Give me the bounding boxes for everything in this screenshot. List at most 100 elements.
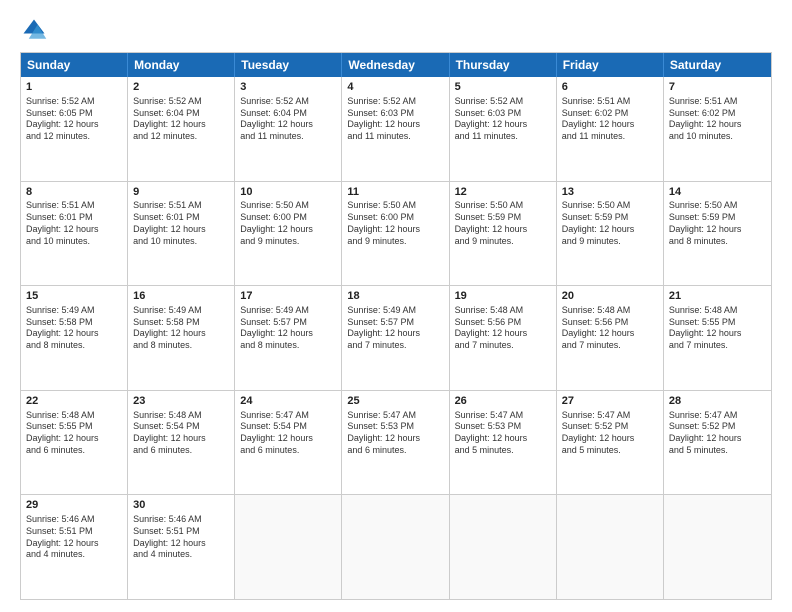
cell-info: Sunrise: 5:46 AM Sunset: 5:51 PM Dayligh… — [133, 514, 229, 561]
calendar-cell-4: 4Sunrise: 5:52 AM Sunset: 6:03 PM Daylig… — [342, 77, 449, 181]
day-number: 27 — [562, 394, 658, 409]
cell-info: Sunrise: 5:47 AM Sunset: 5:53 PM Dayligh… — [455, 410, 551, 457]
day-number: 11 — [347, 185, 443, 200]
calendar-cell-28: 28Sunrise: 5:47 AM Sunset: 5:52 PM Dayli… — [664, 391, 771, 495]
cell-info: Sunrise: 5:47 AM Sunset: 5:53 PM Dayligh… — [347, 410, 443, 457]
header-day-tuesday: Tuesday — [235, 53, 342, 77]
day-number: 5 — [455, 80, 551, 95]
calendar-row-1: 1Sunrise: 5:52 AM Sunset: 6:05 PM Daylig… — [21, 77, 771, 182]
calendar-cell-18: 18Sunrise: 5:49 AM Sunset: 5:57 PM Dayli… — [342, 286, 449, 390]
day-number: 30 — [133, 498, 229, 513]
header-day-friday: Friday — [557, 53, 664, 77]
day-number: 13 — [562, 185, 658, 200]
header-day-monday: Monday — [128, 53, 235, 77]
day-number: 24 — [240, 394, 336, 409]
calendar-cell-30: 30Sunrise: 5:46 AM Sunset: 5:51 PM Dayli… — [128, 495, 235, 599]
cell-info: Sunrise: 5:48 AM Sunset: 5:56 PM Dayligh… — [455, 305, 551, 352]
day-number: 9 — [133, 185, 229, 200]
header-day-wednesday: Wednesday — [342, 53, 449, 77]
cell-info: Sunrise: 5:46 AM Sunset: 5:51 PM Dayligh… — [26, 514, 122, 561]
calendar-cell-empty — [557, 495, 664, 599]
cell-info: Sunrise: 5:49 AM Sunset: 5:57 PM Dayligh… — [240, 305, 336, 352]
cell-info: Sunrise: 5:49 AM Sunset: 5:58 PM Dayligh… — [133, 305, 229, 352]
calendar-row-5: 29Sunrise: 5:46 AM Sunset: 5:51 PM Dayli… — [21, 495, 771, 599]
day-number: 22 — [26, 394, 122, 409]
calendar-cell-empty — [664, 495, 771, 599]
header — [20, 16, 772, 44]
calendar-cell-12: 12Sunrise: 5:50 AM Sunset: 5:59 PM Dayli… — [450, 182, 557, 286]
calendar-cell-11: 11Sunrise: 5:50 AM Sunset: 6:00 PM Dayli… — [342, 182, 449, 286]
logo — [20, 16, 52, 44]
day-number: 4 — [347, 80, 443, 95]
cell-info: Sunrise: 5:52 AM Sunset: 6:04 PM Dayligh… — [133, 96, 229, 143]
cell-info: Sunrise: 5:52 AM Sunset: 6:03 PM Dayligh… — [347, 96, 443, 143]
calendar-cell-21: 21Sunrise: 5:48 AM Sunset: 5:55 PM Dayli… — [664, 286, 771, 390]
calendar-cell-8: 8Sunrise: 5:51 AM Sunset: 6:01 PM Daylig… — [21, 182, 128, 286]
calendar-cell-5: 5Sunrise: 5:52 AM Sunset: 6:03 PM Daylig… — [450, 77, 557, 181]
calendar-cell-7: 7Sunrise: 5:51 AM Sunset: 6:02 PM Daylig… — [664, 77, 771, 181]
day-number: 2 — [133, 80, 229, 95]
cell-info: Sunrise: 5:48 AM Sunset: 5:55 PM Dayligh… — [669, 305, 766, 352]
calendar-cell-24: 24Sunrise: 5:47 AM Sunset: 5:54 PM Dayli… — [235, 391, 342, 495]
day-number: 18 — [347, 289, 443, 304]
day-number: 15 — [26, 289, 122, 304]
cell-info: Sunrise: 5:48 AM Sunset: 5:54 PM Dayligh… — [133, 410, 229, 457]
cell-info: Sunrise: 5:49 AM Sunset: 5:58 PM Dayligh… — [26, 305, 122, 352]
calendar: SundayMondayTuesdayWednesdayThursdayFrid… — [20, 52, 772, 600]
cell-info: Sunrise: 5:50 AM Sunset: 6:00 PM Dayligh… — [347, 200, 443, 247]
calendar-cell-6: 6Sunrise: 5:51 AM Sunset: 6:02 PM Daylig… — [557, 77, 664, 181]
day-number: 17 — [240, 289, 336, 304]
cell-info: Sunrise: 5:52 AM Sunset: 6:04 PM Dayligh… — [240, 96, 336, 143]
cell-info: Sunrise: 5:48 AM Sunset: 5:56 PM Dayligh… — [562, 305, 658, 352]
calendar-cell-10: 10Sunrise: 5:50 AM Sunset: 6:00 PM Dayli… — [235, 182, 342, 286]
day-number: 1 — [26, 80, 122, 95]
cell-info: Sunrise: 5:52 AM Sunset: 6:03 PM Dayligh… — [455, 96, 551, 143]
day-number: 23 — [133, 394, 229, 409]
calendar-cell-empty — [342, 495, 449, 599]
day-number: 21 — [669, 289, 766, 304]
day-number: 14 — [669, 185, 766, 200]
logo-icon — [20, 16, 48, 44]
day-number: 7 — [669, 80, 766, 95]
calendar-cell-2: 2Sunrise: 5:52 AM Sunset: 6:04 PM Daylig… — [128, 77, 235, 181]
calendar-row-2: 8 Sunrise: 5:51 AM Sunset: 6:01 PM Daylig… — [21, 182, 771, 287]
cell-info: Sunrise: 5:51 AM Sunset: 6:02 PM Dayligh… — [669, 96, 766, 143]
calendar-cell-17: 17Sunrise: 5:49 AM Sunset: 5:57 PM Dayli… — [235, 286, 342, 390]
calendar-cell-19: 19Sunrise: 5:48 AM Sunset: 5:56 PM Dayli… — [450, 286, 557, 390]
calendar-cell-27: 27Sunrise: 5:47 AM Sunset: 5:52 PM Dayli… — [557, 391, 664, 495]
cell-info: Sunrise: 5:48 AM Sunset: 5:55 PM Dayligh… — [26, 410, 122, 457]
cell-info: Sunrise: 5:47 AM Sunset: 5:52 PM Dayligh… — [669, 410, 766, 457]
header-day-sunday: Sunday — [21, 53, 128, 77]
cell-info: Sunrise: 5:47 AM Sunset: 5:52 PM Dayligh… — [562, 410, 658, 457]
day-number: 20 — [562, 289, 658, 304]
calendar-cell-29: 29Sunrise: 5:46 AM Sunset: 5:51 PM Dayli… — [21, 495, 128, 599]
day-number: 28 — [669, 394, 766, 409]
cell-info: Sunrise: 5:50 AM Sunset: 6:00 PM Dayligh… — [240, 200, 336, 247]
day-number: 26 — [455, 394, 551, 409]
calendar-cell-22: 22Sunrise: 5:48 AM Sunset: 5:55 PM Dayli… — [21, 391, 128, 495]
cell-info: Sunrise: 5:49 AM Sunset: 5:57 PM Dayligh… — [347, 305, 443, 352]
calendar-cell-9: 9Sunrise: 5:51 AM Sunset: 6:01 PM Daylig… — [128, 182, 235, 286]
day-number: 8 — [26, 185, 122, 200]
calendar-cell-13: 13Sunrise: 5:50 AM Sunset: 5:59 PM Dayli… — [557, 182, 664, 286]
calendar-cell-23: 23Sunrise: 5:48 AM Sunset: 5:54 PM Dayli… — [128, 391, 235, 495]
day-number: 3 — [240, 80, 336, 95]
calendar-cell-3: 3Sunrise: 5:52 AM Sunset: 6:04 PM Daylig… — [235, 77, 342, 181]
day-number: 29 — [26, 498, 122, 513]
cell-info: Sunrise: 5:50 AM Sunset: 5:59 PM Dayligh… — [669, 200, 766, 247]
header-day-saturday: Saturday — [664, 53, 771, 77]
calendar-cell-26: 26Sunrise: 5:47 AM Sunset: 5:53 PM Dayli… — [450, 391, 557, 495]
cell-info: Sunrise: 5:50 AM Sunset: 5:59 PM Dayligh… — [455, 200, 551, 247]
day-number: 19 — [455, 289, 551, 304]
cell-info: Sunrise: 5:50 AM Sunset: 5:59 PM Dayligh… — [562, 200, 658, 247]
day-number: 6 — [562, 80, 658, 95]
cell-info: Sunrise: 5:51 AM Sunset: 6:01 PM Dayligh… — [133, 200, 229, 247]
day-number: 16 — [133, 289, 229, 304]
calendar-body: 1Sunrise: 5:52 AM Sunset: 6:05 PM Daylig… — [21, 77, 771, 599]
calendar-header: SundayMondayTuesdayWednesdayThursdayFrid… — [21, 53, 771, 77]
calendar-cell-15: 15Sunrise: 5:49 AM Sunset: 5:58 PM Dayli… — [21, 286, 128, 390]
calendar-row-3: 15Sunrise: 5:49 AM Sunset: 5:58 PM Dayli… — [21, 286, 771, 391]
calendar-cell-1: 1Sunrise: 5:52 AM Sunset: 6:05 PM Daylig… — [21, 77, 128, 181]
day-number: 25 — [347, 394, 443, 409]
day-number: 12 — [455, 185, 551, 200]
